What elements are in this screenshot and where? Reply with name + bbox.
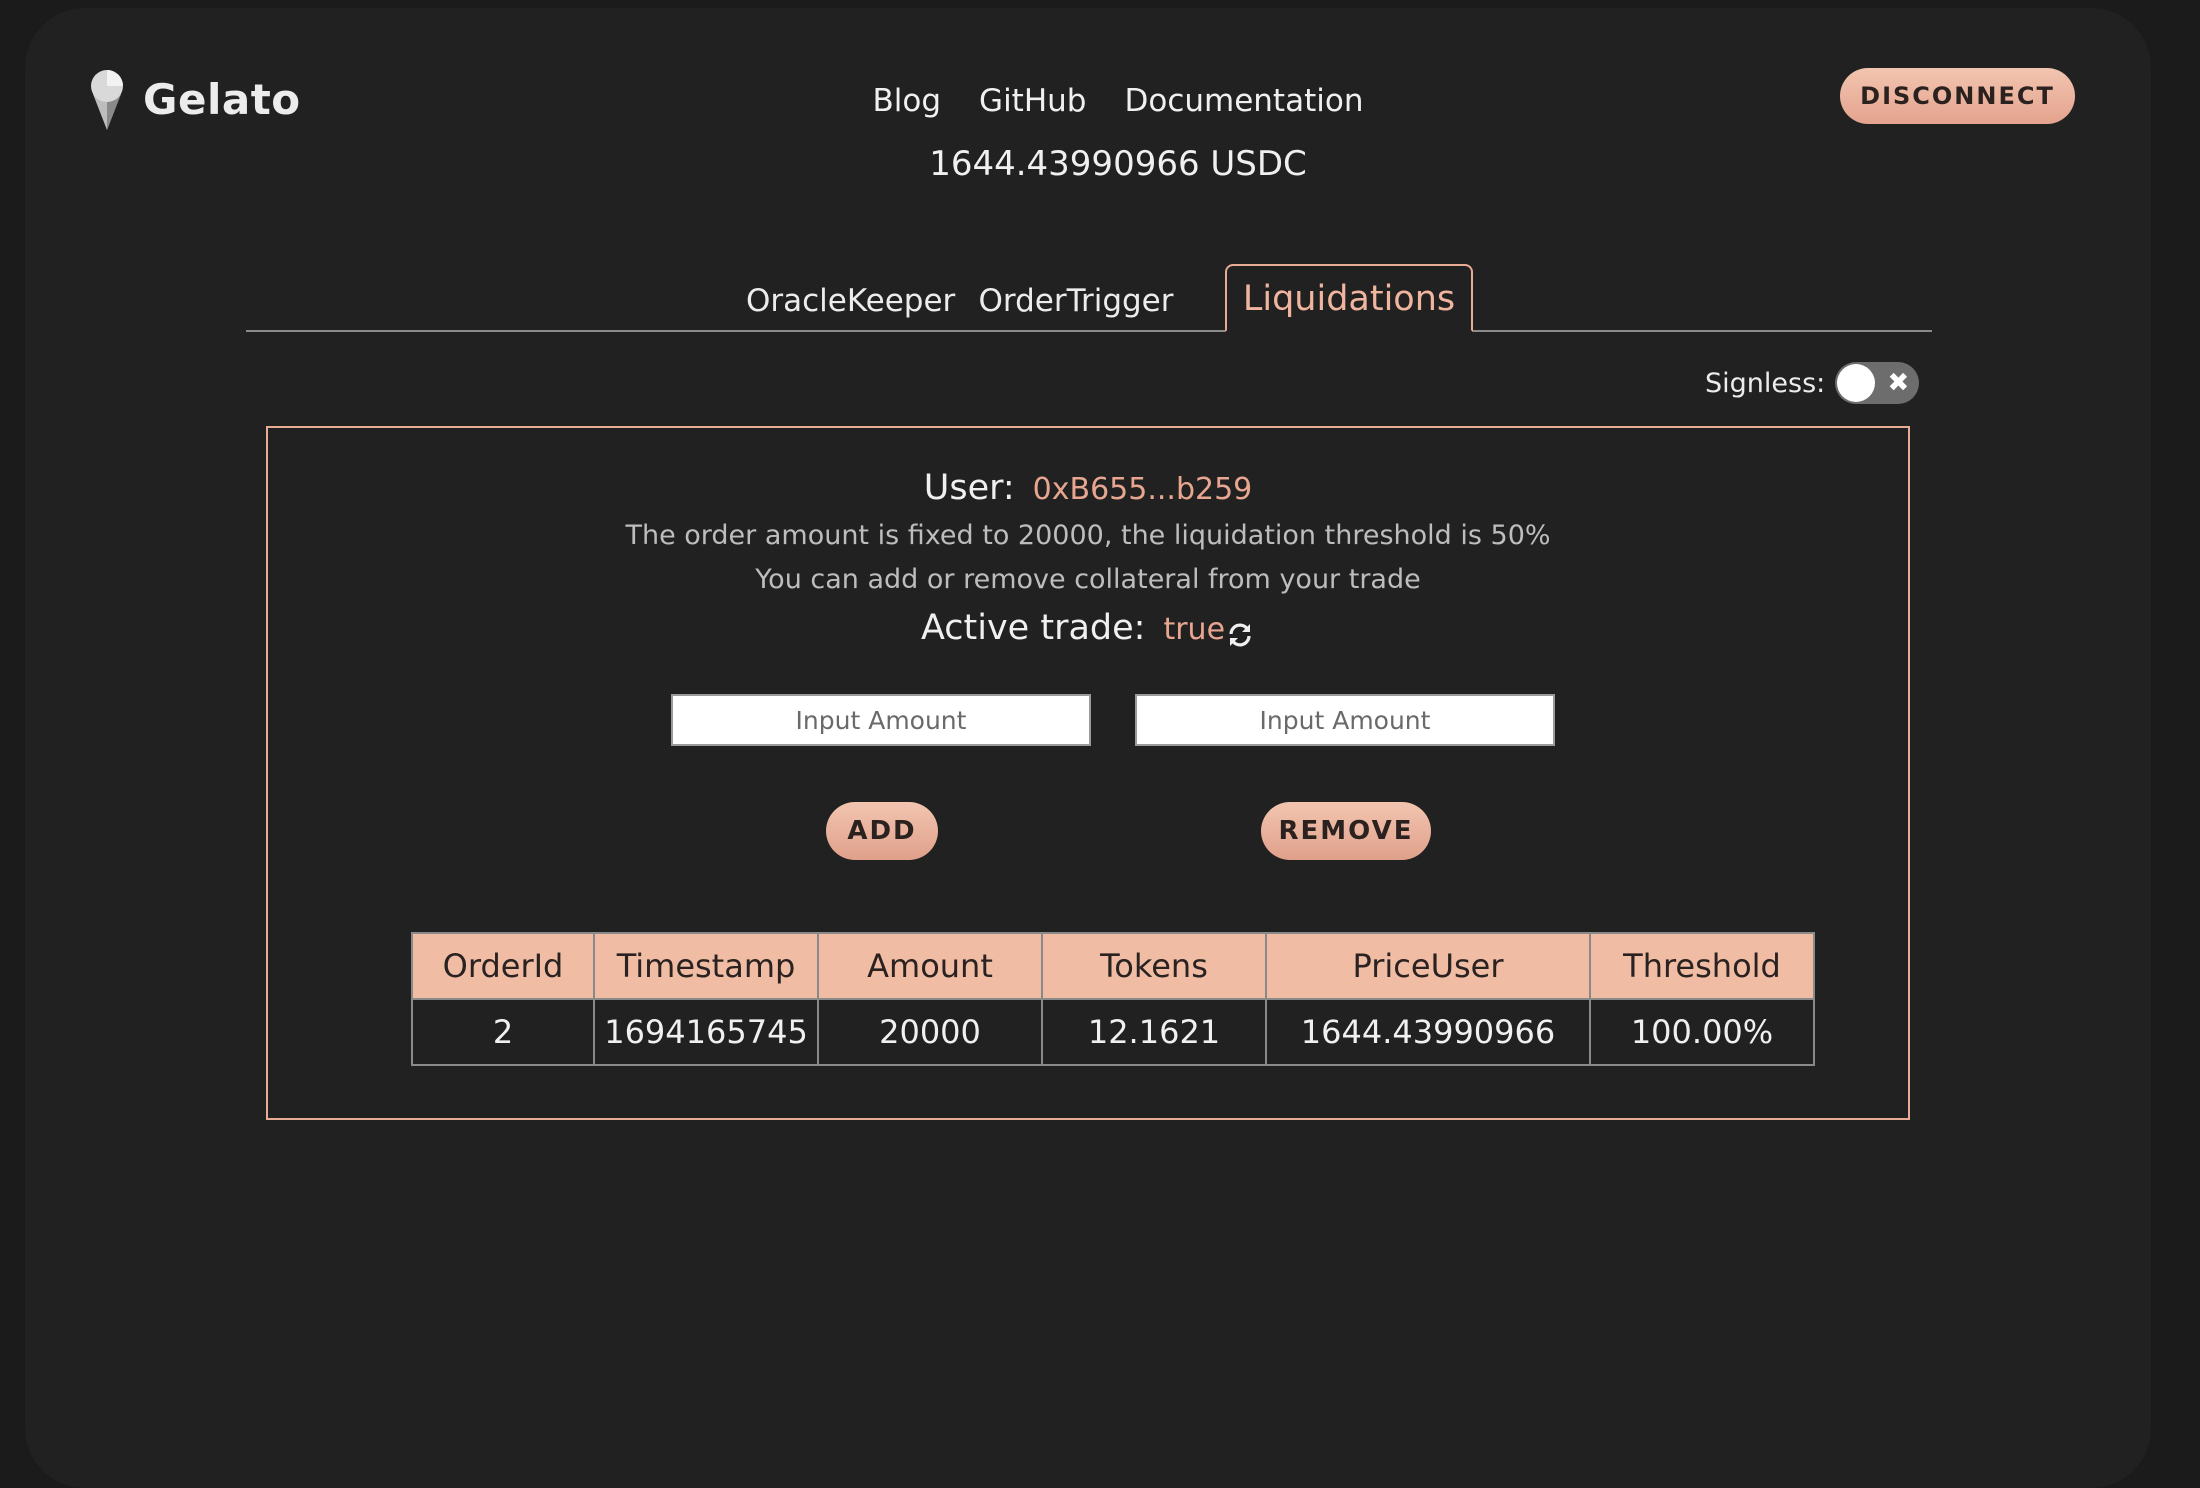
- app-window: Gelato Blog GitHub Documentation 1644.43…: [25, 8, 2151, 1488]
- add-amount-input[interactable]: [671, 694, 1091, 746]
- liquidations-panel: User: 0xB655...b259 The order amount is f…: [266, 426, 1910, 1120]
- tab-liquidations[interactable]: Liquidations: [1225, 264, 1473, 332]
- cell-priceuser: 1644.43990966: [1265, 998, 1591, 1066]
- table-row: 2 1694165745 20000 12.1621 1644.43990966…: [411, 998, 1815, 1066]
- nav-link-documentation[interactable]: Documentation: [1124, 83, 1363, 119]
- remove-amount-input[interactable]: [1135, 694, 1555, 746]
- signless-toggle[interactable]: ✖: [1835, 362, 1920, 404]
- column-header-threshold: Threshold: [1589, 932, 1815, 1000]
- signless-label: Signless:: [1705, 367, 1826, 399]
- user-address: 0xB655...b259: [1032, 472, 1253, 507]
- tab-ordertrigger[interactable]: OrderTrigger: [976, 268, 1176, 334]
- cell-amount: 20000: [817, 998, 1043, 1066]
- nav-link-github[interactable]: GitHub: [979, 83, 1086, 119]
- user-label: User:: [923, 468, 1015, 508]
- tab-oraclekeeper[interactable]: OracleKeeper: [746, 268, 955, 334]
- tab-bar: OracleKeeper OrderTrigger Liquidations: [246, 264, 1932, 332]
- cell-orderid: 2: [411, 998, 595, 1066]
- column-header-amount: Amount: [817, 932, 1043, 1000]
- wallet-balance: 1644.43990966 USDC: [929, 144, 1307, 184]
- column-header-orderid: OrderId: [411, 932, 595, 1000]
- order-info-text: The order amount is fixed to 20000, the …: [625, 520, 1551, 551]
- orders-table: OrderId Timestamp Amount Tokens PriceUse…: [411, 932, 1815, 1066]
- refresh-icon[interactable]: [1225, 620, 1255, 650]
- user-line: User: 0xB655...b259: [268, 468, 1908, 508]
- add-collateral-button[interactable]: ADD: [826, 802, 938, 860]
- remove-collateral-button[interactable]: REMOVE: [1261, 802, 1431, 860]
- signless-control: Signless: ✖: [1705, 362, 1920, 404]
- table-header-row: OrderId Timestamp Amount Tokens PriceUse…: [411, 932, 1815, 1000]
- collateral-info-text: You can add or remove collateral from yo…: [755, 564, 1421, 595]
- disconnect-button[interactable]: DISCONNECT: [1840, 68, 2075, 124]
- column-header-tokens: Tokens: [1041, 932, 1267, 1000]
- top-nav: Blog GitHub Documentation: [25, 83, 2151, 119]
- column-header-priceuser: PriceUser: [1265, 932, 1591, 1000]
- cell-timestamp: 1694165745: [593, 998, 819, 1066]
- cell-tokens: 12.1621: [1041, 998, 1267, 1066]
- cell-threshold: 100.00%: [1589, 998, 1815, 1066]
- active-trade-value: true: [1163, 612, 1226, 647]
- toggle-knob: [1837, 364, 1876, 402]
- close-icon: ✖: [1887, 368, 1910, 398]
- column-header-timestamp: Timestamp: [593, 932, 819, 1000]
- active-trade-line: Active trade: true: [268, 608, 1908, 650]
- nav-link-blog[interactable]: Blog: [873, 83, 942, 119]
- active-trade-label: Active trade:: [920, 608, 1146, 648]
